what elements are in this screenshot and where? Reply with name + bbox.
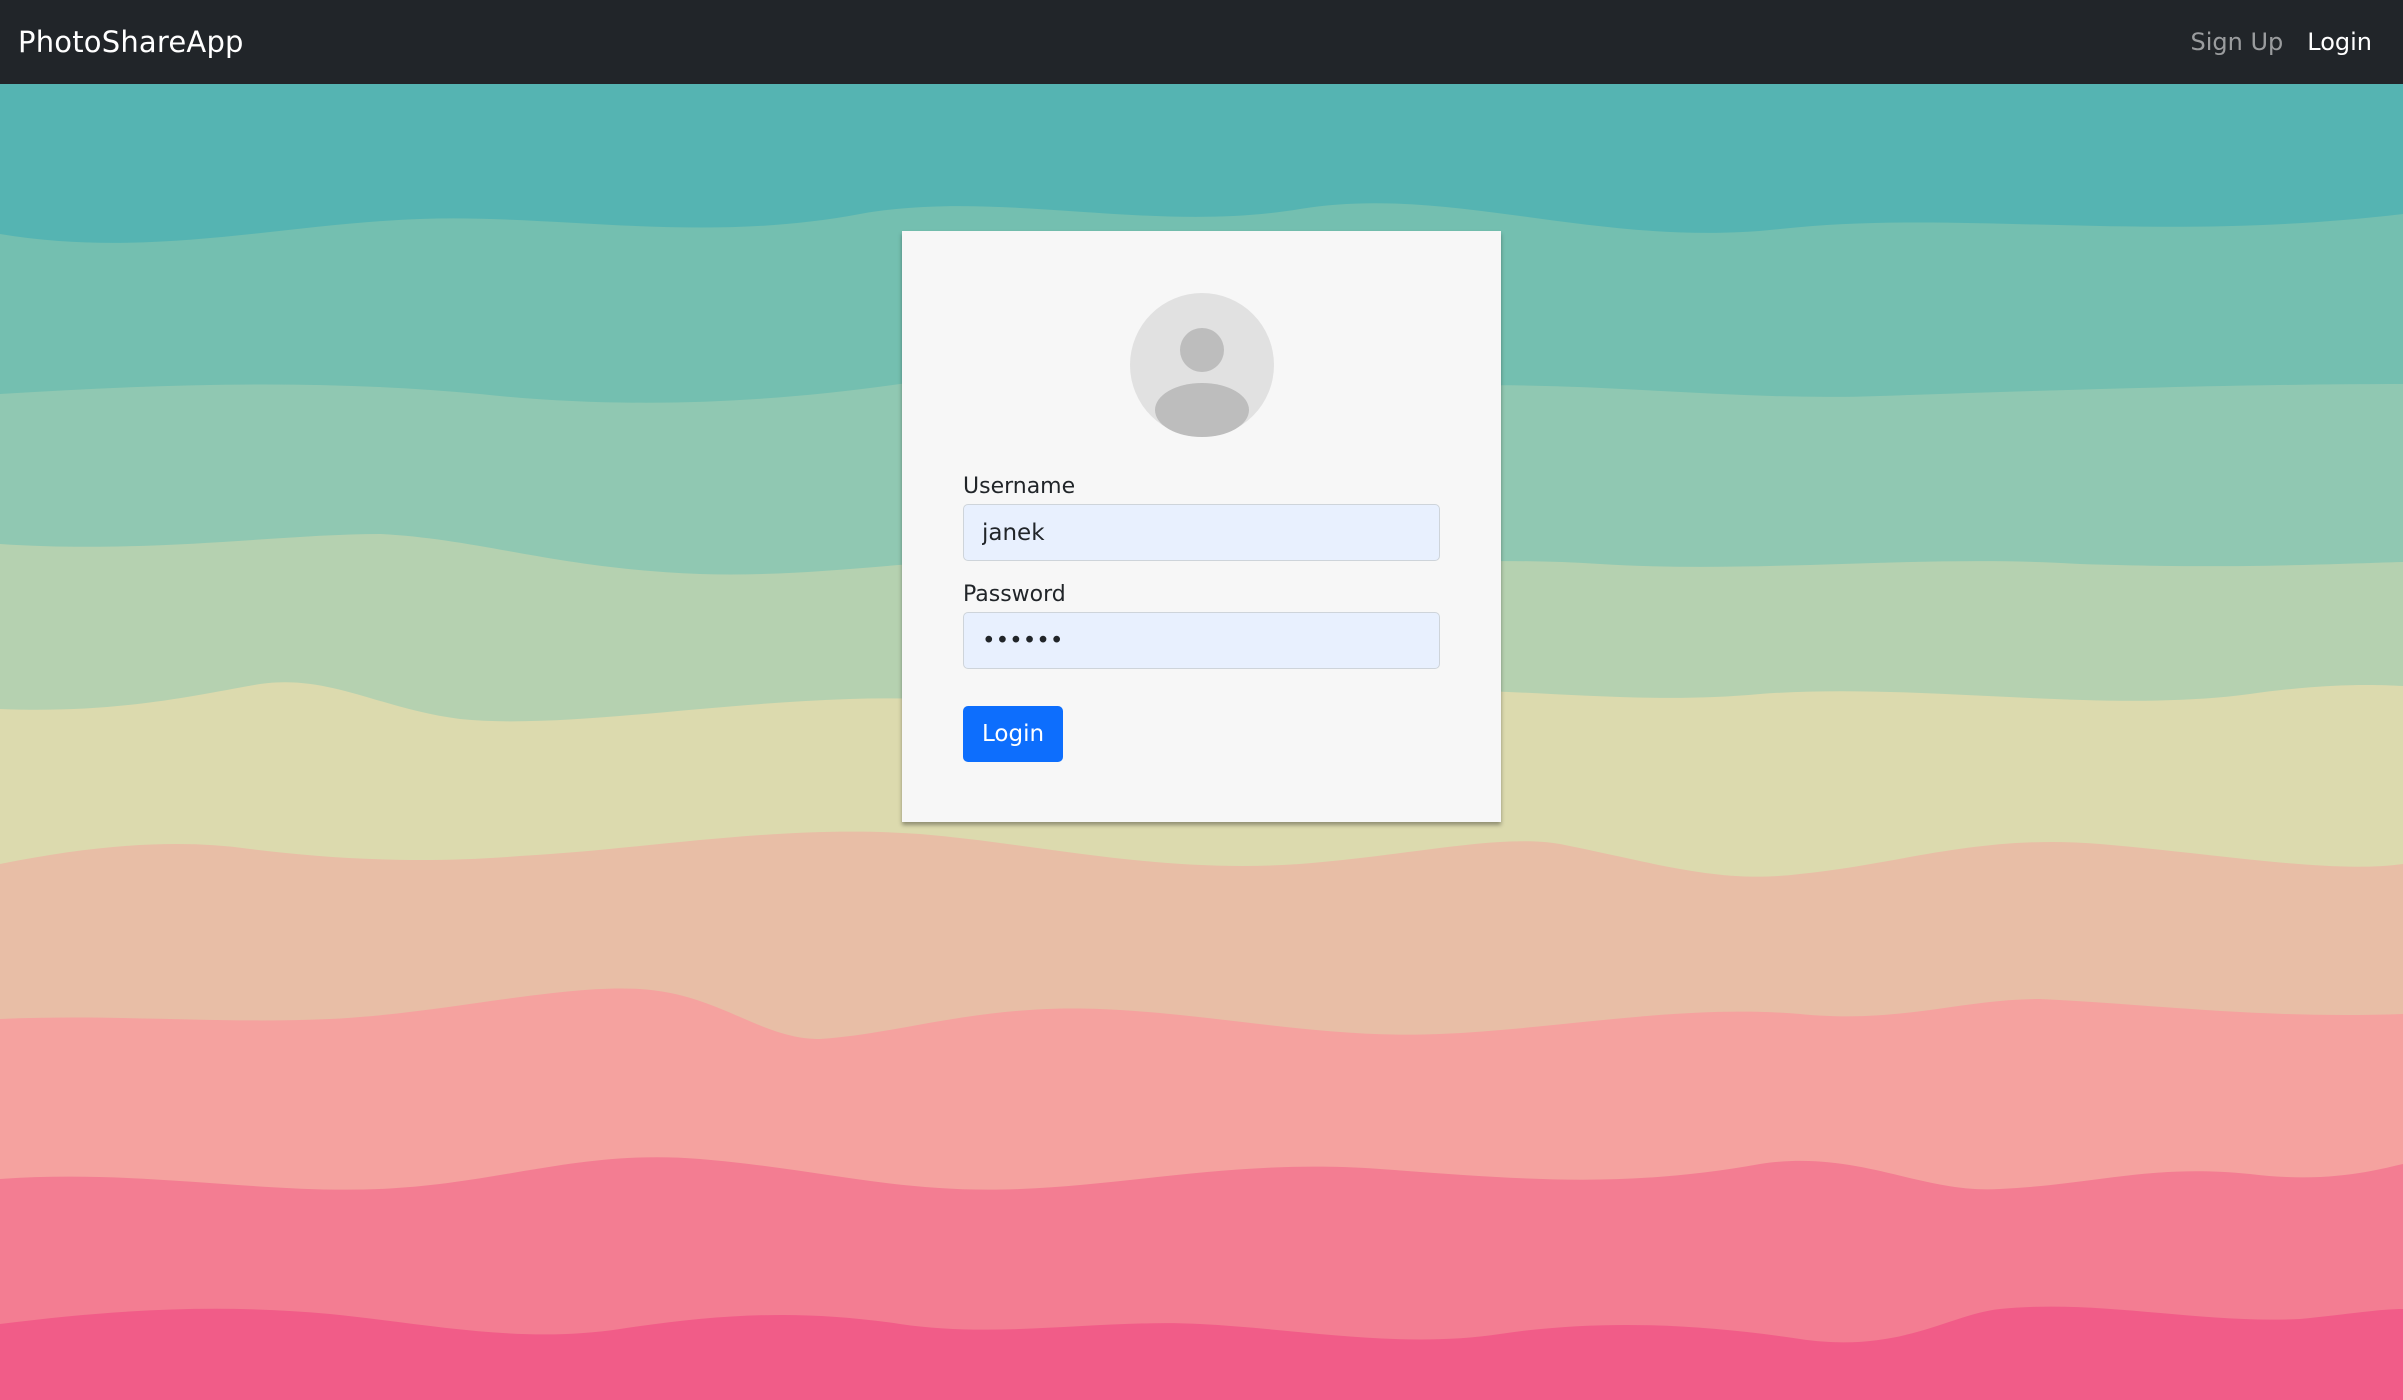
navbar: PhotoShareApp Sign Up Login (0, 0, 2403, 84)
nav-links: Sign Up Login (2190, 28, 2372, 56)
brand-link[interactable]: PhotoShareApp (18, 25, 244, 59)
login-card: Username Password Login (902, 231, 1501, 822)
password-group: Password (963, 580, 1440, 669)
username-group: Username (963, 472, 1440, 561)
nav-sign-up-link[interactable]: Sign Up (2190, 28, 2283, 56)
user-placeholder-icon (1129, 293, 1274, 437)
username-label: Username (963, 474, 1076, 499)
password-label: Password (963, 582, 1066, 607)
login-button[interactable]: Login (963, 706, 1064, 762)
password-input[interactable] (963, 612, 1440, 669)
nav-login-link[interactable]: Login (2307, 28, 2372, 56)
username-input[interactable] (963, 504, 1440, 561)
login-page: PhotoShareApp Sign Up Login Username Pas… (0, 0, 2403, 1400)
